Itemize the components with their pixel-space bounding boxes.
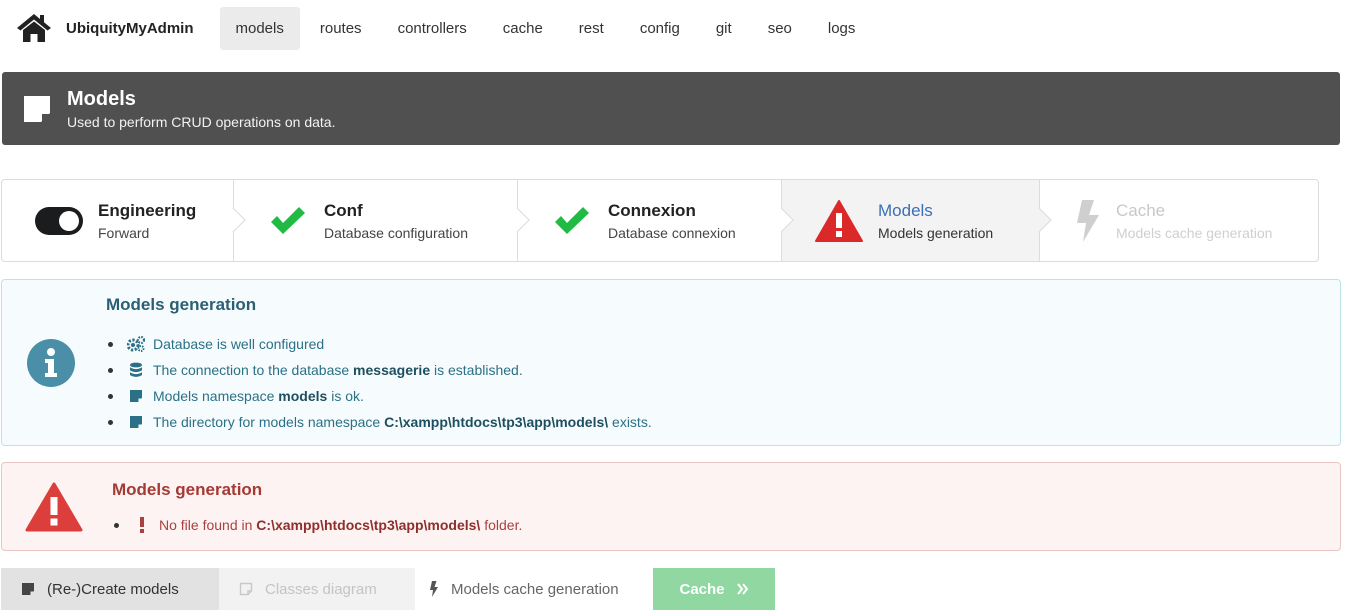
bullet	[108, 367, 113, 373]
list-item: Models namespace models is ok.	[106, 383, 652, 409]
nav-item-controllers[interactable]: controllers	[382, 7, 483, 50]
database-name: messagerie	[353, 362, 431, 378]
check-icon	[268, 201, 308, 241]
toggle-on-icon	[34, 201, 84, 241]
page-subtitle: Used to perform CRUD operations on data.	[67, 113, 336, 130]
step-text: Conf Database configuration	[324, 201, 468, 241]
database-icon	[127, 362, 145, 378]
step-desc: Models generation	[878, 224, 994, 241]
list-item: The connection to the database messageri…	[106, 357, 652, 383]
item-text: No file found in C:\xampp\htdocs\tp3\app…	[159, 517, 523, 533]
list-item: The directory for models namespace C:\xa…	[106, 409, 652, 435]
step-desc: Models cache generation	[1116, 224, 1273, 241]
button-label: Models cache generation	[451, 580, 619, 598]
brand[interactable]: UbiquityMyAdmin	[0, 6, 220, 50]
check-icon	[552, 201, 592, 241]
directory-path: C:\xampp\htdocs\tp3\app\models\	[384, 414, 609, 430]
error-title: Models generation	[112, 480, 263, 499]
step-conf[interactable]: Conf Database configuration	[234, 180, 530, 261]
sticky-note-icon	[21, 581, 37, 597]
list-item: Database is well configured	[106, 331, 652, 357]
bullet	[108, 341, 113, 347]
namespace-name: models	[278, 388, 328, 404]
classes-diagram-button[interactable]: Classes diagram	[219, 568, 415, 610]
step-title: Cache	[1116, 200, 1166, 220]
steps: Engineering Forward Conf Database config…	[1, 179, 1319, 262]
action-buttons: (Re-)Create models Classes diagram Model…	[1, 568, 775, 610]
page-header: Models Used to perform CRUD operations o…	[2, 72, 1340, 145]
step-engineering[interactable]: Engineering Forward	[2, 180, 246, 261]
models-cache-generation-button[interactable]: Models cache generation	[415, 568, 653, 610]
exclamation-icon	[133, 517, 151, 533]
sticky-note-icon	[24, 95, 50, 122]
item-text: Database is well configured	[153, 336, 325, 352]
button-label: Cache	[679, 580, 725, 598]
step-desc: Database configuration	[324, 224, 468, 241]
step-cache: Cache Models cache generation	[1040, 180, 1318, 261]
item-text: Models namespace models is ok.	[153, 388, 364, 404]
step-title: Engineering	[98, 200, 197, 220]
cache-next-button[interactable]: Cache	[653, 568, 775, 610]
item-text: The directory for models namespace C:\xa…	[153, 414, 652, 430]
nav-item-seo[interactable]: seo	[752, 7, 808, 50]
nav-item-rest[interactable]: rest	[563, 7, 620, 50]
info-circle-icon	[27, 339, 75, 387]
step-connexion[interactable]: Connexion Database connexion	[518, 180, 794, 261]
top-menu: UbiquityMyAdmin models routes controller…	[0, 6, 1351, 50]
button-label: Classes diagram	[265, 580, 377, 598]
info-list: Database is well configured The connecti…	[106, 331, 652, 435]
lightning-icon	[1068, 199, 1108, 242]
error-list: No file found in C:\xampp\htdocs\tp3\app…	[112, 512, 522, 538]
nav-item-config[interactable]: config	[624, 7, 696, 50]
bullet	[108, 419, 113, 425]
double-chevron-right-icon	[736, 583, 749, 595]
step-text: Models Models generation	[878, 201, 993, 241]
step-desc: Database connexion	[608, 224, 736, 241]
home-icon	[17, 14, 51, 42]
step-title: Connexion	[608, 200, 696, 220]
step-title: Conf	[324, 200, 363, 220]
bullet	[114, 522, 119, 528]
brand-label: UbiquityMyAdmin	[66, 19, 194, 37]
folder-path: C:\xampp\htdocs\tp3\app\models\	[256, 517, 481, 533]
nav-item-cache[interactable]: cache	[487, 7, 559, 50]
sticky-note-outline-icon	[239, 581, 255, 597]
nav-item-git[interactable]: git	[700, 7, 748, 50]
cogs-icon	[127, 336, 145, 352]
nav-item-routes[interactable]: routes	[304, 7, 378, 50]
nav-item-logs[interactable]: logs	[812, 7, 872, 50]
info-message: Models generation Database is well confi…	[1, 279, 1341, 446]
list-item: No file found in C:\xampp\htdocs\tp3\app…	[112, 512, 522, 538]
button-label: (Re-)Create models	[47, 580, 179, 598]
step-desc: Forward	[98, 224, 150, 241]
nav-item-models[interactable]: models	[219, 6, 300, 50]
step-text: Connexion Database connexion	[608, 201, 736, 241]
step-models[interactable]: Models Models generation	[782, 180, 1052, 261]
warning-icon	[25, 482, 83, 532]
sticky-note-icon	[127, 388, 145, 404]
recreate-models-button[interactable]: (Re-)Create models	[1, 568, 219, 610]
step-text: Engineering Forward	[98, 201, 196, 241]
step-text: Cache Models cache generation	[1116, 201, 1272, 241]
item-text: The connection to the database messageri…	[153, 362, 523, 378]
header-text: Models Used to perform CRUD operations o…	[67, 88, 335, 130]
bullet	[108, 393, 113, 399]
error-message: Models generation No file found in C:\xa…	[1, 462, 1341, 551]
lightning-icon	[429, 581, 441, 597]
warning-icon	[814, 199, 864, 242]
sticky-note-icon	[127, 414, 145, 430]
info-title: Models generation	[106, 295, 257, 314]
step-title: Models	[878, 200, 933, 220]
page-title: Models	[67, 87, 136, 110]
